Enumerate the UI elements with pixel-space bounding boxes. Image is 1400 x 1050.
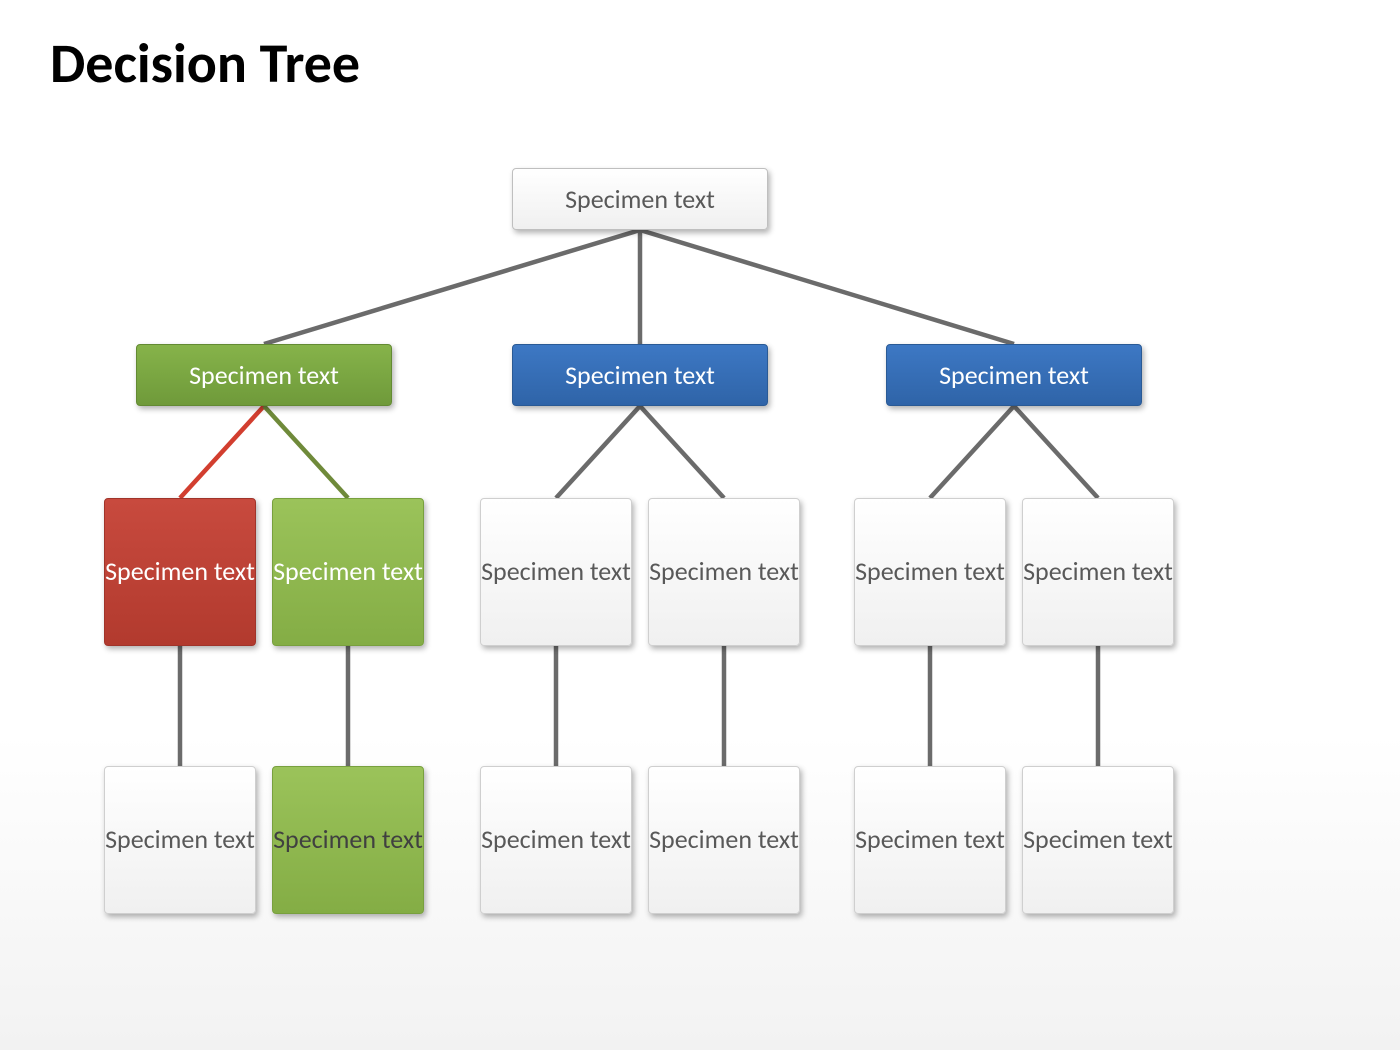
level2-node-2: Specimen text	[480, 498, 632, 646]
level1-node-2: Specimen text	[886, 344, 1142, 406]
level2-node-1: Specimen text	[272, 498, 424, 646]
page-title: Decision Tree	[50, 30, 360, 98]
level2-node-5: Specimen text	[1022, 498, 1174, 646]
level3-node-5: Specimen text	[1022, 766, 1174, 914]
level1-node-1: Specimen text	[512, 344, 768, 406]
level3-node-2: Specimen text	[480, 766, 632, 914]
level3-node-1: Specimen text	[272, 766, 424, 914]
level3-node-3: Specimen text	[648, 766, 800, 914]
level3-node-0: Specimen text	[104, 766, 256, 914]
level2-node-3: Specimen text	[648, 498, 800, 646]
level1-node-0: Specimen text	[136, 344, 392, 406]
level2-node-0: Specimen text	[104, 498, 256, 646]
level3-node-4: Specimen text	[854, 766, 1006, 914]
root-node: Specimen text	[512, 168, 768, 230]
level2-node-4: Specimen text	[854, 498, 1006, 646]
